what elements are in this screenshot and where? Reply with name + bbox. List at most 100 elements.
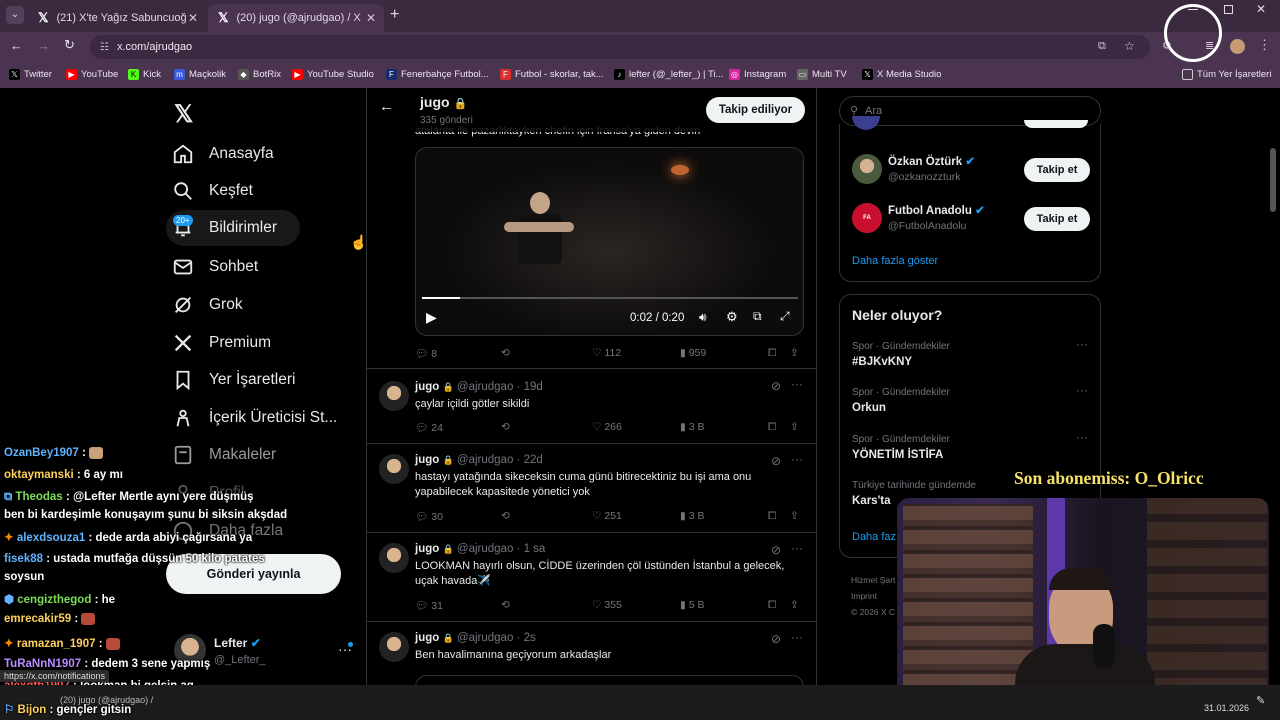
post-avatar[interactable]	[379, 454, 409, 484]
post-item[interactable]: jugo 🔒 @ajrudgao · 22d hastayı yatağında…	[367, 444, 816, 533]
suggestion-avatar[interactable]	[852, 154, 882, 184]
tab-2-active[interactable]: 𝕏 (20) jugo (@ajrudgao) / X ✕	[208, 4, 384, 32]
like-action[interactable]: ♡ 251	[592, 510, 622, 522]
nav-explore[interactable]: Keşfet	[172, 180, 253, 202]
views-action[interactable]: ▮ 3 B	[680, 510, 704, 522]
video-progress-track[interactable]	[422, 297, 798, 299]
address-bar[interactable]: ☷ x.com/ajrudgao ⧉ ☆	[90, 35, 1150, 59]
nav-articles[interactable]: Makaleler	[172, 444, 276, 466]
bookmark-item[interactable]: ▶ YouTube Studio	[292, 69, 374, 80]
footer-imprint-link[interactable]: Imprint	[851, 588, 895, 604]
bookmark-item[interactable]: F Fenerbahçe Futbol...	[386, 69, 489, 80]
post-more-icon[interactable]: ···	[791, 541, 803, 555]
bookmark-item[interactable]: 𝕏 Twitter	[9, 69, 52, 80]
follow-button[interactable]: Takip et	[1024, 158, 1090, 182]
maximize-icon[interactable]	[1224, 5, 1233, 14]
grok-post-icon[interactable]: ⊘	[771, 543, 781, 557]
repost-icon[interactable]: ⟲	[501, 599, 510, 611]
post-avatar[interactable]	[379, 381, 409, 411]
reply-action[interactable]: 💬︎ 30	[415, 510, 443, 523]
volume-icon[interactable]: 🔊︎	[699, 310, 707, 325]
futbol-anadolu-logo-icon[interactable]: FA	[852, 203, 882, 233]
back-arrow-icon[interactable]: ←	[379, 98, 394, 115]
trend-name[interactable]: Orkun	[852, 402, 886, 414]
tab-1[interactable]: 𝕏 (21) X'te Yağız Sabuncuoğlu: "@ ✕	[28, 4, 206, 32]
nav-premium[interactable]: Premium	[172, 332, 271, 354]
bookmark-item[interactable]: 𝕏X Media Studio	[862, 69, 941, 80]
bookmark-item[interactable]: ▭ Multi TV	[797, 69, 847, 80]
bookmark-item[interactable]: m Maçkolik	[174, 69, 226, 80]
back-icon[interactable]: ←	[10, 38, 23, 53]
new-tab-button[interactable]: +	[390, 6, 399, 24]
repost-icon[interactable]: ⟲	[501, 347, 510, 359]
views-action[interactable]: ▮ 3 B	[680, 421, 704, 433]
bookmark-item[interactable]: ♪ lefter (@_lefter_) | Ti...	[614, 69, 723, 80]
share-icon[interactable]: ⇪	[790, 347, 799, 359]
suggestion-name[interactable]: Özkan Öztürk ✔	[888, 154, 975, 168]
trend-name[interactable]: YÖNETİM İSTİFA	[852, 449, 943, 461]
account-name[interactable]: Lefter ✔	[214, 636, 261, 650]
nav-bookmarks[interactable]: Yer İşaretleri	[172, 369, 295, 391]
trend-name[interactable]: Kars'ta	[852, 495, 891, 507]
partial-follow-button[interactable]	[1024, 120, 1088, 128]
suggestion-name[interactable]: Futbol Anadolu ✔	[888, 203, 985, 217]
post-media-preview[interactable]	[415, 675, 804, 685]
like-action[interactable]: ♡ 355	[592, 599, 622, 611]
trends-show-more-link[interactable]: Daha faz	[852, 531, 896, 543]
reply-action[interactable]: 💬︎ 24	[415, 421, 443, 434]
nav-grok[interactable]: Grok	[172, 294, 243, 316]
post-item[interactable]: jugo 🔒 @ajrudgao · 2s Ben havalimanına g…	[367, 622, 816, 685]
page-scrollbar[interactable]	[1270, 148, 1276, 212]
close-tab-icon[interactable]: ✕	[366, 11, 376, 25]
bookmark-item[interactable]: K Kick	[128, 69, 161, 80]
menu-icon[interactable]: ⋮	[1258, 37, 1271, 53]
views-action[interactable]: ▮ 5 B	[680, 599, 704, 611]
trend-name[interactable]: #BJKvKNY	[852, 356, 912, 368]
bookmark-item[interactable]: ◆ BotRix	[238, 69, 281, 80]
share-icon[interactable]: ⇪	[790, 599, 799, 611]
bookmark-item[interactable]: F Futbol - skorlar, tak...	[500, 69, 604, 80]
bookmark-icon[interactable]: ⧠	[768, 599, 776, 612]
trend-more-icon[interactable]: ···	[1076, 383, 1088, 397]
post-more-icon[interactable]: ···	[791, 377, 803, 391]
bookmark-icon[interactable]: ⧠	[768, 421, 776, 434]
post-more-icon[interactable]: ···	[791, 452, 803, 466]
post-item[interactable]: jugo 🔒 @ajrudgao · 1 sa LOOKMAN hayırlı …	[367, 533, 816, 622]
trend-more-icon[interactable]: ···	[1076, 337, 1088, 351]
views-action[interactable]: ▮ 959	[680, 347, 706, 359]
bookmark-star-icon[interactable]: ☆	[1124, 39, 1135, 53]
x-home-logo-icon[interactable]: 𝕏	[174, 100, 193, 129]
reply-action[interactable]: 💬︎ 31	[415, 599, 443, 612]
follow-button[interactable]: Takip et	[1024, 207, 1090, 231]
reload-icon[interactable]: ↻	[64, 37, 75, 53]
close-window-icon[interactable]: ✕	[1256, 2, 1266, 16]
footer-terms-link[interactable]: Hizmet Şart	[851, 572, 895, 588]
grok-post-icon[interactable]: ⊘	[771, 632, 781, 646]
trend-more-icon[interactable]: ···	[1076, 430, 1088, 444]
post-avatar[interactable]	[379, 543, 409, 573]
share-icon[interactable]: ⇪	[790, 510, 799, 522]
close-tab-icon[interactable]: ✕	[188, 11, 198, 25]
site-info-icon[interactable]: ☷	[100, 42, 109, 53]
bookmark-item[interactable]: ◎ Instagram	[729, 69, 786, 80]
post-avatar[interactable]	[379, 632, 409, 662]
fullscreen-icon[interactable]: ⤢	[780, 309, 790, 324]
pip-icon[interactable]: ⧉	[753, 309, 762, 324]
reply-action[interactable]: 💬︎ 8	[415, 347, 437, 360]
show-more-link[interactable]: Daha fazla göster	[852, 255, 938, 267]
forward-icon[interactable]: →	[37, 38, 50, 53]
grok-post-icon[interactable]: ⊘	[771, 454, 781, 468]
play-icon[interactable]: ▶	[426, 309, 437, 326]
bookmark-icon[interactable]: ⧠	[768, 510, 776, 523]
bookmark-icon[interactable]: ⧠	[768, 347, 776, 360]
like-action[interactable]: ♡ 266	[592, 421, 622, 433]
notification-center-icon[interactable]: ✎	[1256, 694, 1265, 707]
repost-icon[interactable]: ⟲	[501, 421, 510, 433]
tab-search-icon[interactable]: ⌄	[6, 6, 24, 24]
video-player[interactable]: ▶ 0:02 / 0:20 🔊︎ ⚙ ⧉ ⤢	[415, 147, 804, 336]
grok-post-icon[interactable]: ⊘	[771, 379, 781, 393]
following-button[interactable]: Takip ediliyor	[706, 97, 805, 123]
all-bookmarks-folder[interactable]: Tüm Yer İşaretleri	[1182, 69, 1271, 80]
bookmark-item[interactable]: ▶ YouTube	[66, 69, 118, 80]
like-action[interactable]: ♡ 112	[592, 347, 621, 359]
